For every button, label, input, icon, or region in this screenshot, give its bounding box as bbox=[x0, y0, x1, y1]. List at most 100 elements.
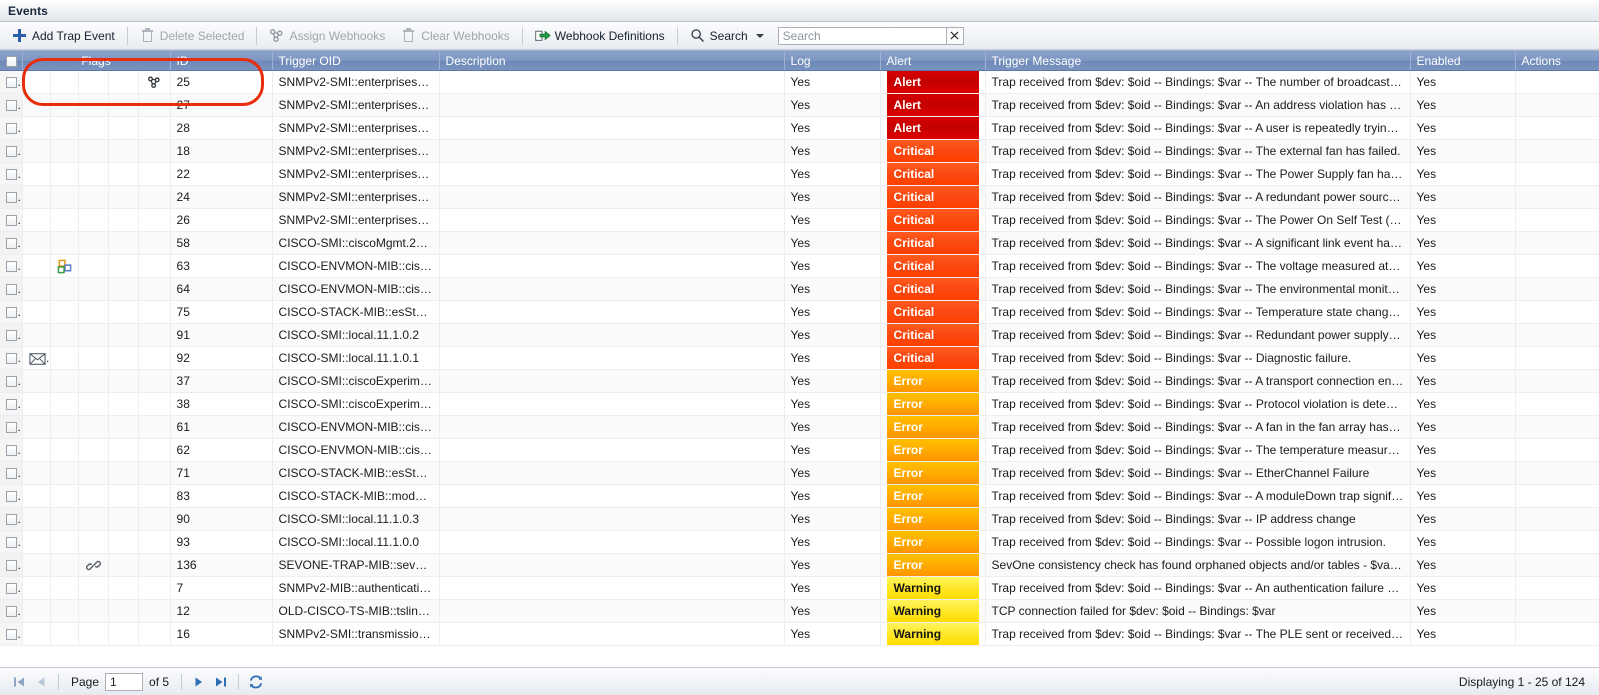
column-header-id[interactable]: ID bbox=[170, 50, 273, 71]
select-all-header[interactable] bbox=[0, 50, 23, 71]
row-select-checkbox[interactable] bbox=[6, 514, 17, 526]
row-select-checkbox[interactable] bbox=[6, 445, 17, 457]
row-select-checkbox[interactable] bbox=[6, 77, 17, 89]
add-trap-event-button[interactable]: Add Trap Event bbox=[4, 24, 123, 48]
row-select-checkbox[interactable] bbox=[6, 491, 17, 503]
row-select-cell[interactable] bbox=[0, 208, 23, 232]
table-row[interactable]: 58 CISCO-SMI::ciscoMgmt.20.1.5.... Yes Crit… bbox=[0, 231, 1599, 255]
row-select-cell[interactable] bbox=[0, 162, 23, 186]
table-row[interactable]: 22SNMPv2-SMI::enterprises.494.4...YesCri… bbox=[0, 162, 1599, 186]
table-row[interactable]: 28SNMPv2-SMI::enterprises.437.1...YesAle… bbox=[0, 116, 1599, 140]
table-row[interactable]: 93 CISCO-SMI::local.11.1.0.0 Yes Error Trap … bbox=[0, 530, 1599, 554]
row-select-cell[interactable] bbox=[0, 185, 23, 209]
delete-selected-button[interactable]: Delete Selected bbox=[132, 24, 253, 48]
row-select-checkbox[interactable] bbox=[6, 123, 17, 135]
copy-icon[interactable] bbox=[57, 259, 72, 274]
refresh-button[interactable] bbox=[245, 671, 267, 693]
row-select-cell[interactable] bbox=[0, 70, 23, 94]
row-select-cell[interactable] bbox=[0, 576, 23, 600]
table-row[interactable]: 91 CISCO-SMI::local.11.1.0.2 Yes Critical Tr… bbox=[0, 323, 1599, 347]
table-row[interactable]: 12OLD-CISCO-TS-MIB::tslineSesT...YesWarn… bbox=[0, 599, 1599, 623]
row-select-checkbox[interactable] bbox=[6, 330, 17, 342]
row-select-checkbox[interactable] bbox=[6, 399, 17, 411]
row-select-checkbox[interactable] bbox=[6, 583, 17, 595]
search-input[interactable] bbox=[777, 26, 946, 45]
column-header-trigger-message[interactable]: Trigger Message bbox=[985, 50, 1411, 71]
page-number-input[interactable] bbox=[105, 672, 144, 691]
select-all-checkbox[interactable] bbox=[6, 55, 17, 67]
row-select-cell[interactable] bbox=[0, 116, 23, 140]
table-row[interactable]: 26SNMPv2-SMI::enterprises.437.1...YesCri… bbox=[0, 208, 1599, 232]
table-row[interactable]: 75CISCO-STACK-MIB::esStack.2.0.3YesCriti… bbox=[0, 300, 1599, 324]
row-select-cell[interactable] bbox=[0, 323, 23, 347]
next-page-button[interactable] bbox=[188, 671, 210, 693]
row-select-cell[interactable] bbox=[0, 507, 23, 531]
table-row[interactable]: 64CISCO-ENVMON-MIB::ciscoEnv...YesCritic… bbox=[0, 277, 1599, 301]
column-header-actions[interactable]: Actions bbox=[1515, 50, 1599, 71]
row-select-checkbox[interactable] bbox=[6, 100, 17, 112]
row-select-checkbox[interactable] bbox=[6, 422, 17, 434]
search-menu-button[interactable]: Search bbox=[682, 24, 772, 48]
row-select-cell[interactable] bbox=[0, 484, 23, 508]
row-select-checkbox[interactable] bbox=[6, 353, 17, 365]
first-page-button[interactable] bbox=[8, 671, 30, 693]
table-row[interactable]: 90 CISCO-SMI::local.11.1.0.3 Yes Error Trap … bbox=[0, 507, 1599, 531]
row-select-cell[interactable] bbox=[0, 438, 23, 462]
table-row[interactable]: 62CISCO-ENVMON-MIB::ciscoEnv...YesErrorT… bbox=[0, 438, 1599, 462]
row-select-cell[interactable] bbox=[0, 369, 23, 393]
table-row[interactable]: 16 SNMPv2-SMI::transmission.5.0.2 Yes Warni… bbox=[0, 622, 1599, 646]
row-select-cell[interactable] bbox=[0, 530, 23, 554]
table-row[interactable]: 7SNMPv2-MIB::authenticationFai...YesWarn… bbox=[0, 576, 1599, 600]
row-select-checkbox[interactable] bbox=[6, 537, 17, 549]
previous-page-button[interactable] bbox=[30, 671, 52, 693]
clear-search-button[interactable] bbox=[945, 26, 964, 45]
column-header-trigger-oid[interactable]: Trigger OID bbox=[272, 50, 440, 71]
table-row[interactable]: 24SNMPv2-SMI::enterprises.437.1...YesCri… bbox=[0, 185, 1599, 209]
row-select-cell[interactable] bbox=[0, 599, 23, 623]
row-select-checkbox[interactable] bbox=[6, 192, 17, 204]
row-select-cell[interactable] bbox=[0, 300, 23, 324]
row-select-checkbox[interactable] bbox=[6, 215, 17, 227]
row-select-cell[interactable] bbox=[0, 277, 23, 301]
row-select-cell[interactable] bbox=[0, 461, 23, 485]
table-row[interactable]: 25SNMPv2-SMI::enterprises.437.1...YesAle… bbox=[0, 70, 1599, 94]
row-select-cell[interactable] bbox=[0, 415, 23, 439]
row-select-checkbox[interactable] bbox=[6, 629, 17, 641]
assign-webhooks-button[interactable]: Assign Webhooks bbox=[261, 24, 393, 48]
column-header-alert[interactable]: Alert bbox=[880, 50, 986, 71]
table-row[interactable]: 63CISCO-ENVMON-MIB::ciscoEnv...YesCritic… bbox=[0, 254, 1599, 278]
column-header-log[interactable]: Log bbox=[784, 50, 881, 71]
table-row[interactable]: 136SEVONE-TRAP-MIB::sevoneTra...YesError… bbox=[0, 553, 1599, 577]
row-select-cell[interactable] bbox=[0, 231, 23, 255]
table-row[interactable]: 83CISCO-STACK-MIB::moduleDownYesErrorTra… bbox=[0, 484, 1599, 508]
row-select-cell[interactable] bbox=[0, 622, 23, 646]
row-select-checkbox[interactable] bbox=[6, 376, 17, 388]
last-page-button[interactable] bbox=[210, 671, 232, 693]
envelope-icon[interactable] bbox=[28, 353, 46, 365]
table-row[interactable]: 27SNMPv2-SMI::enterprises.437.1...YesAle… bbox=[0, 93, 1599, 117]
row-select-checkbox[interactable] bbox=[6, 169, 17, 181]
row-select-checkbox[interactable] bbox=[6, 284, 17, 296]
row-select-cell[interactable] bbox=[0, 254, 23, 278]
row-select-checkbox[interactable] bbox=[6, 606, 17, 618]
column-header-description[interactable]: Description bbox=[439, 50, 785, 71]
row-select-checkbox[interactable] bbox=[6, 560, 17, 572]
row-select-checkbox[interactable] bbox=[6, 261, 17, 273]
row-select-checkbox[interactable] bbox=[6, 146, 17, 158]
table-row[interactable]: 38CISCO-SMI::ciscoExperiment.9....YesErr… bbox=[0, 392, 1599, 416]
clear-webhooks-button[interactable]: Clear Webhooks bbox=[393, 24, 518, 48]
table-row[interactable]: 92 CISCO-SMI::local.11.1.0.1 Yes Critical Tr… bbox=[0, 346, 1599, 370]
table-row[interactable]: 37CISCO-SMI::ciscoExperiment.9....YesErr… bbox=[0, 369, 1599, 393]
webhook-icon[interactable] bbox=[147, 75, 161, 89]
row-select-checkbox[interactable] bbox=[6, 238, 17, 250]
table-row[interactable]: 18SNMPv2-SMI::enterprises.494.4...YesCri… bbox=[0, 139, 1599, 163]
link-icon[interactable] bbox=[85, 558, 101, 573]
row-select-cell[interactable] bbox=[0, 392, 23, 416]
table-row[interactable]: 71CISCO-STACK-MIB::esStack.6.0.7YesError… bbox=[0, 461, 1599, 485]
row-select-cell[interactable] bbox=[0, 553, 23, 577]
table-row[interactable]: 61CISCO-ENVMON-MIB::ciscoEnv...YesErrorT… bbox=[0, 415, 1599, 439]
row-select-cell[interactable] bbox=[0, 93, 23, 117]
webhook-definitions-button[interactable]: Webhook Definitions bbox=[527, 24, 673, 48]
row-select-checkbox[interactable] bbox=[6, 468, 17, 480]
column-header-flags[interactable]: Flags bbox=[22, 50, 171, 71]
